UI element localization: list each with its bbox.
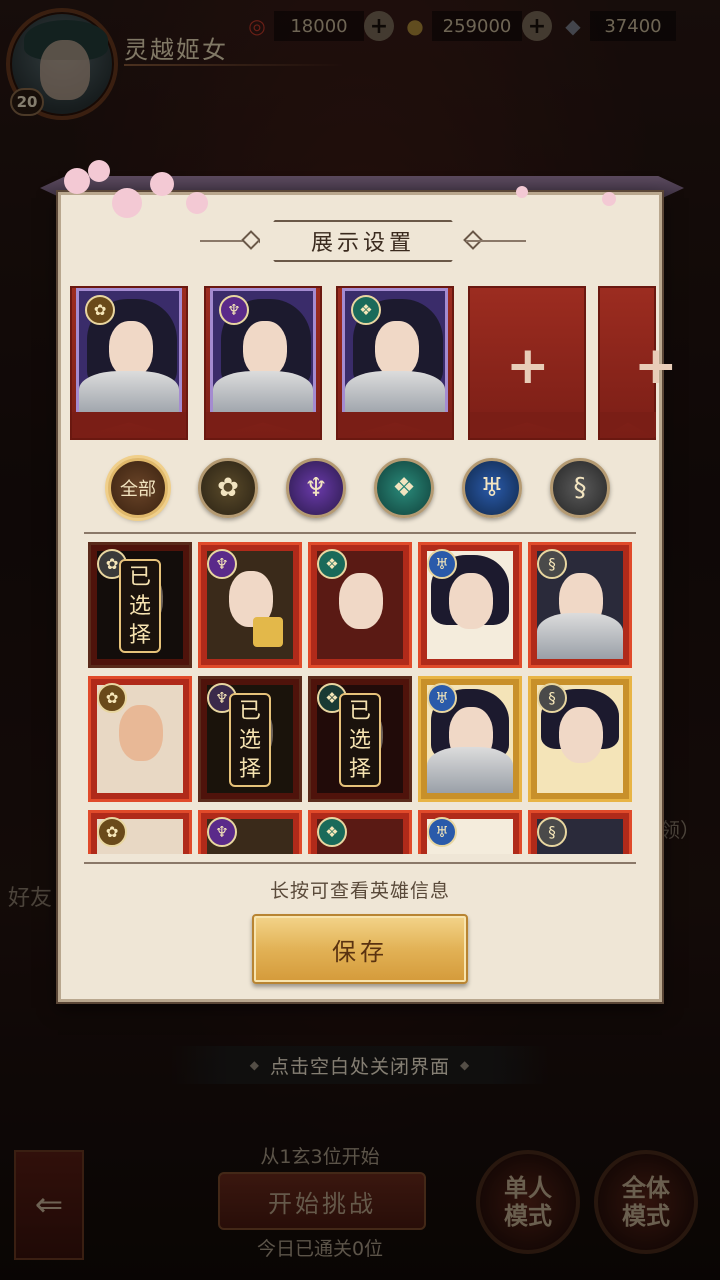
hero-card[interactable]: ♅ xyxy=(418,542,522,668)
hero-card[interactable]: ✿ 已 选 择 xyxy=(88,542,192,668)
selected-tag: 已 选 择 xyxy=(339,693,381,787)
blossom-decoration xyxy=(64,168,90,194)
hero-face xyxy=(375,321,419,377)
selected-char: 择 xyxy=(128,622,151,648)
hero-face xyxy=(119,705,163,761)
dragon-faction-icon: § xyxy=(537,549,567,579)
dragon-faction-icon: § xyxy=(537,817,567,847)
water-faction-icon: ♅ xyxy=(427,549,457,579)
hero-card[interactable]: ✿ xyxy=(88,810,192,854)
display-slot-empty[interactable]: + xyxy=(468,286,586,440)
selected-char: 已 xyxy=(348,698,371,724)
dragon-faction-icon: § xyxy=(537,683,567,713)
dialog-title: 展示设置 xyxy=(258,220,468,262)
display-slot-empty[interactable]: + xyxy=(598,286,678,440)
hero-card[interactable]: ♅ xyxy=(418,810,522,854)
filter-jade-button[interactable]: ❖ xyxy=(374,458,434,518)
selected-char: 已 xyxy=(128,564,151,590)
hero-card[interactable]: ♅ xyxy=(418,676,522,802)
hero-card[interactable]: ♆ 已 选 择 xyxy=(198,676,302,802)
filter-all-button[interactable]: 全部 xyxy=(108,458,168,518)
lotus-faction-icon: ✿ xyxy=(97,817,127,847)
water-faction-icon: ♅ xyxy=(427,817,457,847)
title-line-right xyxy=(466,240,526,242)
slot-hero-portrait: ✿ xyxy=(76,288,182,420)
banner-tail xyxy=(338,412,452,438)
water-faction-icon: ♅ xyxy=(480,473,504,503)
hero-armor xyxy=(79,371,179,417)
blossom-decoration xyxy=(186,192,208,214)
display-slot-2[interactable]: ♆ xyxy=(204,286,322,440)
hero-face xyxy=(109,321,153,377)
hero-card[interactable]: ✿ xyxy=(88,676,192,802)
hero-armor xyxy=(345,371,445,417)
hero-card[interactable]: ❖ xyxy=(308,810,412,854)
hero-face xyxy=(559,707,603,763)
blossom-decoration xyxy=(112,188,142,218)
filter-lotus-button[interactable]: ✿ xyxy=(198,458,258,518)
blossom-decoration xyxy=(516,186,528,198)
blossom-decoration xyxy=(88,160,110,182)
hero-card[interactable]: ❖ xyxy=(308,542,412,668)
hero-face xyxy=(449,573,493,629)
hero-armor xyxy=(537,613,623,659)
banner-tail xyxy=(72,412,186,438)
dragon-faction-icon: § xyxy=(573,473,587,503)
jade-faction-icon: ❖ xyxy=(317,549,347,579)
add-hero-icon: + xyxy=(634,336,678,396)
demon-faction-icon: ♆ xyxy=(207,817,237,847)
jade-faction-icon: ❖ xyxy=(392,473,416,503)
hero-card[interactable]: § xyxy=(528,676,632,802)
water-faction-icon: ♅ xyxy=(427,683,457,713)
banner-tail xyxy=(600,412,656,438)
display-slot-1[interactable]: ✿ xyxy=(70,286,188,440)
lotus-faction-icon: ✿ xyxy=(85,295,115,325)
selected-char: 选 xyxy=(128,593,151,619)
hero-grid[interactable]: ✿ 已 选 择 ♆ ❖ ♅ § ✿ ♆ 已 选 择 ❖ 已 选 择 ♅ § ✿ … xyxy=(86,540,636,854)
save-button[interactable]: 保存 xyxy=(252,914,468,984)
selected-tag: 已 选 择 xyxy=(119,559,161,653)
selected-char: 择 xyxy=(238,756,261,782)
banner-tail xyxy=(470,412,584,438)
selected-char: 选 xyxy=(238,727,261,753)
hero-armor xyxy=(427,747,513,793)
lotus-faction-icon: ✿ xyxy=(97,683,127,713)
jade-faction-icon: ❖ xyxy=(351,295,381,325)
blossom-decoration xyxy=(150,172,174,196)
hero-card[interactable]: § xyxy=(528,810,632,854)
add-hero-icon: + xyxy=(506,336,550,396)
hero-face xyxy=(339,573,383,629)
demon-faction-icon: ♆ xyxy=(304,473,328,503)
hero-card[interactable]: ♆ xyxy=(198,542,302,668)
display-slot-3[interactable]: ❖ xyxy=(336,286,454,440)
divider-bottom xyxy=(84,862,636,864)
selected-char: 已 xyxy=(238,698,261,724)
hero-armor xyxy=(213,371,313,417)
slot-hero-portrait: ❖ xyxy=(342,288,448,420)
blossom-decoration xyxy=(602,192,616,206)
hero-card[interactable]: § xyxy=(528,542,632,668)
filter-demon-button[interactable]: ♆ xyxy=(286,458,346,518)
lotus-faction-icon: ✿ xyxy=(217,473,239,503)
hero-card[interactable]: ♆ xyxy=(198,810,302,854)
demon-faction-icon: ♆ xyxy=(219,295,249,325)
slot-hero-portrait: ♆ xyxy=(210,288,316,420)
banner-tail xyxy=(206,412,320,438)
filter-dragon-button[interactable]: § xyxy=(550,458,610,518)
jade-faction-icon: ❖ xyxy=(317,817,347,847)
selected-char: 选 xyxy=(348,727,371,753)
demon-faction-icon: ♆ xyxy=(207,549,237,579)
hero-card[interactable]: ❖ 已 选 择 xyxy=(308,676,412,802)
divider-top xyxy=(84,532,636,534)
selected-tag: 已 选 择 xyxy=(229,693,271,787)
selected-char: 择 xyxy=(348,756,371,782)
hero-face xyxy=(243,321,287,377)
filter-water-button[interactable]: ♅ xyxy=(462,458,522,518)
long-press-hint: 长按可查看英雄信息 xyxy=(269,880,450,902)
hero-ornament xyxy=(253,617,283,647)
